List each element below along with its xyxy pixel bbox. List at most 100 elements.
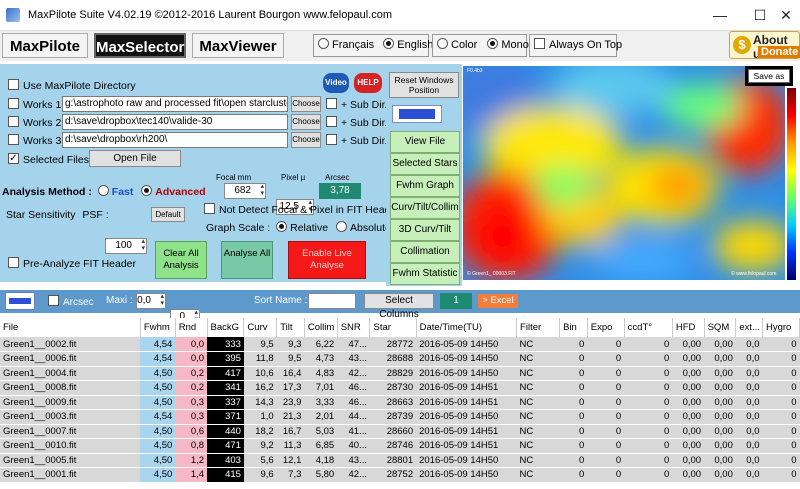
tab-maxpilote[interactable]: MaxPilote <box>2 33 88 58</box>
sort-name-input[interactable] <box>308 293 356 309</box>
selected-files-checkbox[interactable] <box>8 153 19 164</box>
video-button[interactable]: Video <box>323 73 349 93</box>
analysis-method-label: Analysis Method : <box>2 186 92 198</box>
column-header-date-time-tu[interactable]: Date/Time(TU) <box>416 318 518 337</box>
radio-english[interactable] <box>383 38 395 49</box>
works1-choose-button[interactable]: Choose <box>291 96 321 112</box>
works1-checkbox[interactable] <box>8 98 19 109</box>
clear-all-button[interactable]: Clear All Analysis <box>155 241 207 279</box>
works3-subdir-checkbox[interactable] <box>326 134 337 145</box>
3d-curv-tilt-button[interactable]: 3D Curv/Tilt <box>390 219 460 241</box>
arrow-right-button[interactable] <box>392 105 442 123</box>
close-icon[interactable]: ✕ <box>772 0 800 30</box>
arcsec-checkbox[interactable] <box>48 295 59 306</box>
cell-snr: 41... <box>337 424 370 439</box>
column-header-snr[interactable]: SNR <box>337 318 371 337</box>
works2-path[interactable]: d:\save\dropbox\tec140\valide-30 <box>62 114 288 130</box>
cell-file: Green1__0003.fit <box>0 409 141 425</box>
cell-fwhm: 4,50 <box>140 395 176 410</box>
radio-advanced[interactable] <box>141 185 153 196</box>
table-row[interactable]: Green1__0007.fit 4,50 0,6 440 18,2 16,7 5,03 41… <box>0 424 800 439</box>
cell-tilt: 7,3 <box>276 467 305 483</box>
help-button[interactable]: HELP <box>354 73 382 93</box>
column-header-hygro[interactable]: Hygro <box>762 318 800 337</box>
column-header-file[interactable]: File <box>0 318 141 337</box>
reset-windows-button[interactable]: Reset Windows Position <box>389 72 459 98</box>
column-header-rnd[interactable]: Rnd <box>175 318 208 337</box>
table-row[interactable]: Green1__0009.fit 4,50 0,3 337 14,3 23,9 3,33 46… <box>0 395 800 410</box>
table-row[interactable]: Green1__0002.fit 4,54 0,0 333 9,5 9,3 6,22 47..… <box>0 337 800 352</box>
column-header-ccdt[interactable]: ccdT° <box>624 318 673 337</box>
column-header-hfd[interactable]: HFD <box>672 318 705 337</box>
column-header-expo[interactable]: Expo <box>587 318 625 337</box>
works3-checkbox[interactable] <box>8 134 19 145</box>
fwhm-graph-button[interactable]: Fwhm Graph <box>390 175 460 197</box>
view-file-button[interactable]: View File <box>390 131 460 153</box>
cell-sqm: 0,00 <box>704 424 736 439</box>
cell-fwhm: 4,50 <box>140 467 176 483</box>
works2-subdir-checkbox[interactable] <box>326 116 337 127</box>
psf-spinner[interactable]: 100 <box>105 238 147 254</box>
cell-curv: 18,2 <box>243 424 277 439</box>
table-arrow-button[interactable] <box>5 292 35 310</box>
table-row[interactable]: Green1__0004.fit 4,50 0,2 417 10,6 16,4 4,83 42… <box>0 366 800 381</box>
column-header-backg[interactable]: BackG <box>207 318 245 337</box>
analyse-all-button[interactable]: Analyse All <box>221 241 273 279</box>
collimation-button[interactable]: Collimation <box>390 241 460 263</box>
column-header-curv[interactable]: Curv <box>243 318 278 337</box>
works2-checkbox[interactable] <box>8 116 19 127</box>
cell-expo: 0 <box>587 424 625 439</box>
cell-ccdt: 0 <box>624 395 673 410</box>
column-header-ext[interactable]: ext... <box>735 318 763 337</box>
use-maxpilote-checkbox[interactable] <box>8 79 19 90</box>
maxi-spinner-1[interactable]: 0,0 <box>136 293 166 309</box>
column-header-sqm[interactable]: SQM <box>704 318 737 337</box>
radio-mono[interactable] <box>487 38 499 49</box>
radio-relative[interactable] <box>276 221 288 232</box>
column-header-collim[interactable]: Collim <box>304 318 338 337</box>
radio-fast[interactable] <box>97 185 109 196</box>
curv-tilt-collim-button[interactable]: Curv/Tilt/Collim <box>390 197 460 219</box>
works1-path[interactable]: g:\astrophoto raw and processed fit\open… <box>62 96 288 112</box>
cell-file: Green1__0004.fit <box>0 366 141 381</box>
cell-date-time-tu: 2016-05-09 14H51 <box>416 380 517 396</box>
fwhm-statistic-button[interactable]: Fwhm Statistic <box>390 263 460 285</box>
table-row[interactable]: Green1__0008.fit 4,50 0,2 341 16,2 17,3 7,01 46… <box>0 380 800 396</box>
pre-analyze-checkbox[interactable] <box>8 257 19 268</box>
minimize-icon[interactable]: — <box>700 0 740 30</box>
column-header-filter[interactable]: Filter <box>516 318 561 337</box>
works1-subdir-checkbox[interactable] <box>326 98 337 109</box>
table-row[interactable]: Green1__0006.fit 4,54 0,0 395 11,8 9,5 4,73 43.… <box>0 351 800 367</box>
table-row[interactable]: Green1__0003.fit 4,54 0,3 371 1,0 21,3 2,01 44.… <box>0 409 800 425</box>
table-row[interactable]: Green1__0005.fit 4,50 1,2 403 5,6 12,1 4,18 43.… <box>0 453 800 468</box>
works2-choose-button[interactable]: Choose <box>291 114 321 130</box>
selected-stars-button[interactable]: Selected Stars <box>390 153 460 175</box>
fwhm-heatmap[interactable]: F0.4b3 © Green1_ 00003.FIT © www.felopau… <box>463 66 785 280</box>
focal-spinner[interactable]: 682 <box>224 183 266 199</box>
table-row[interactable]: Green1__0001.fit 4,50 1,4 415 9,6 7,3 5,80 42..… <box>0 467 800 483</box>
cell-snr: 47... <box>337 337 370 352</box>
default-button[interactable]: Default <box>151 207 185 222</box>
column-header-fwhm[interactable]: Fwhm <box>140 318 176 337</box>
not-detect-checkbox[interactable] <box>204 203 215 214</box>
tab-maxviewer[interactable]: MaxViewer <box>192 33 284 58</box>
works3-path[interactable]: d:\save\dropbox\rh200\ <box>62 132 288 148</box>
column-header-bin[interactable]: Bin <box>559 318 588 337</box>
radio-francais[interactable] <box>318 38 329 49</box>
radio-absolute[interactable] <box>335 221 347 232</box>
enable-live-analyse-button[interactable]: Enable Live Analyse <box>288 241 366 279</box>
works3-choose-button[interactable]: Choose <box>291 132 321 148</box>
column-header-tilt[interactable]: Tilt <box>276 318 305 337</box>
cell-date-time-tu: 2016-05-09 14H51 <box>416 438 517 454</box>
select-columns-button[interactable]: Select Columns <box>364 293 434 320</box>
always-on-top-checkbox[interactable] <box>534 38 545 49</box>
excel-button[interactable]: > Excel <box>478 294 518 308</box>
save-as-button[interactable]: Save as <box>748 69 790 83</box>
tab-maxselector[interactable]: MaxSelector <box>94 33 186 58</box>
radio-color[interactable] <box>437 38 448 49</box>
about-donate-button[interactable]: $ About us Donate <box>729 31 800 61</box>
open-file-button[interactable]: Open File <box>89 150 181 167</box>
cell-sqm: 0,00 <box>704 351 736 367</box>
column-header-star[interactable]: Star <box>369 318 417 337</box>
table-row[interactable]: Green1__0010.fit 4,50 0,8 471 9,2 11,3 6,85 40.… <box>0 438 800 454</box>
